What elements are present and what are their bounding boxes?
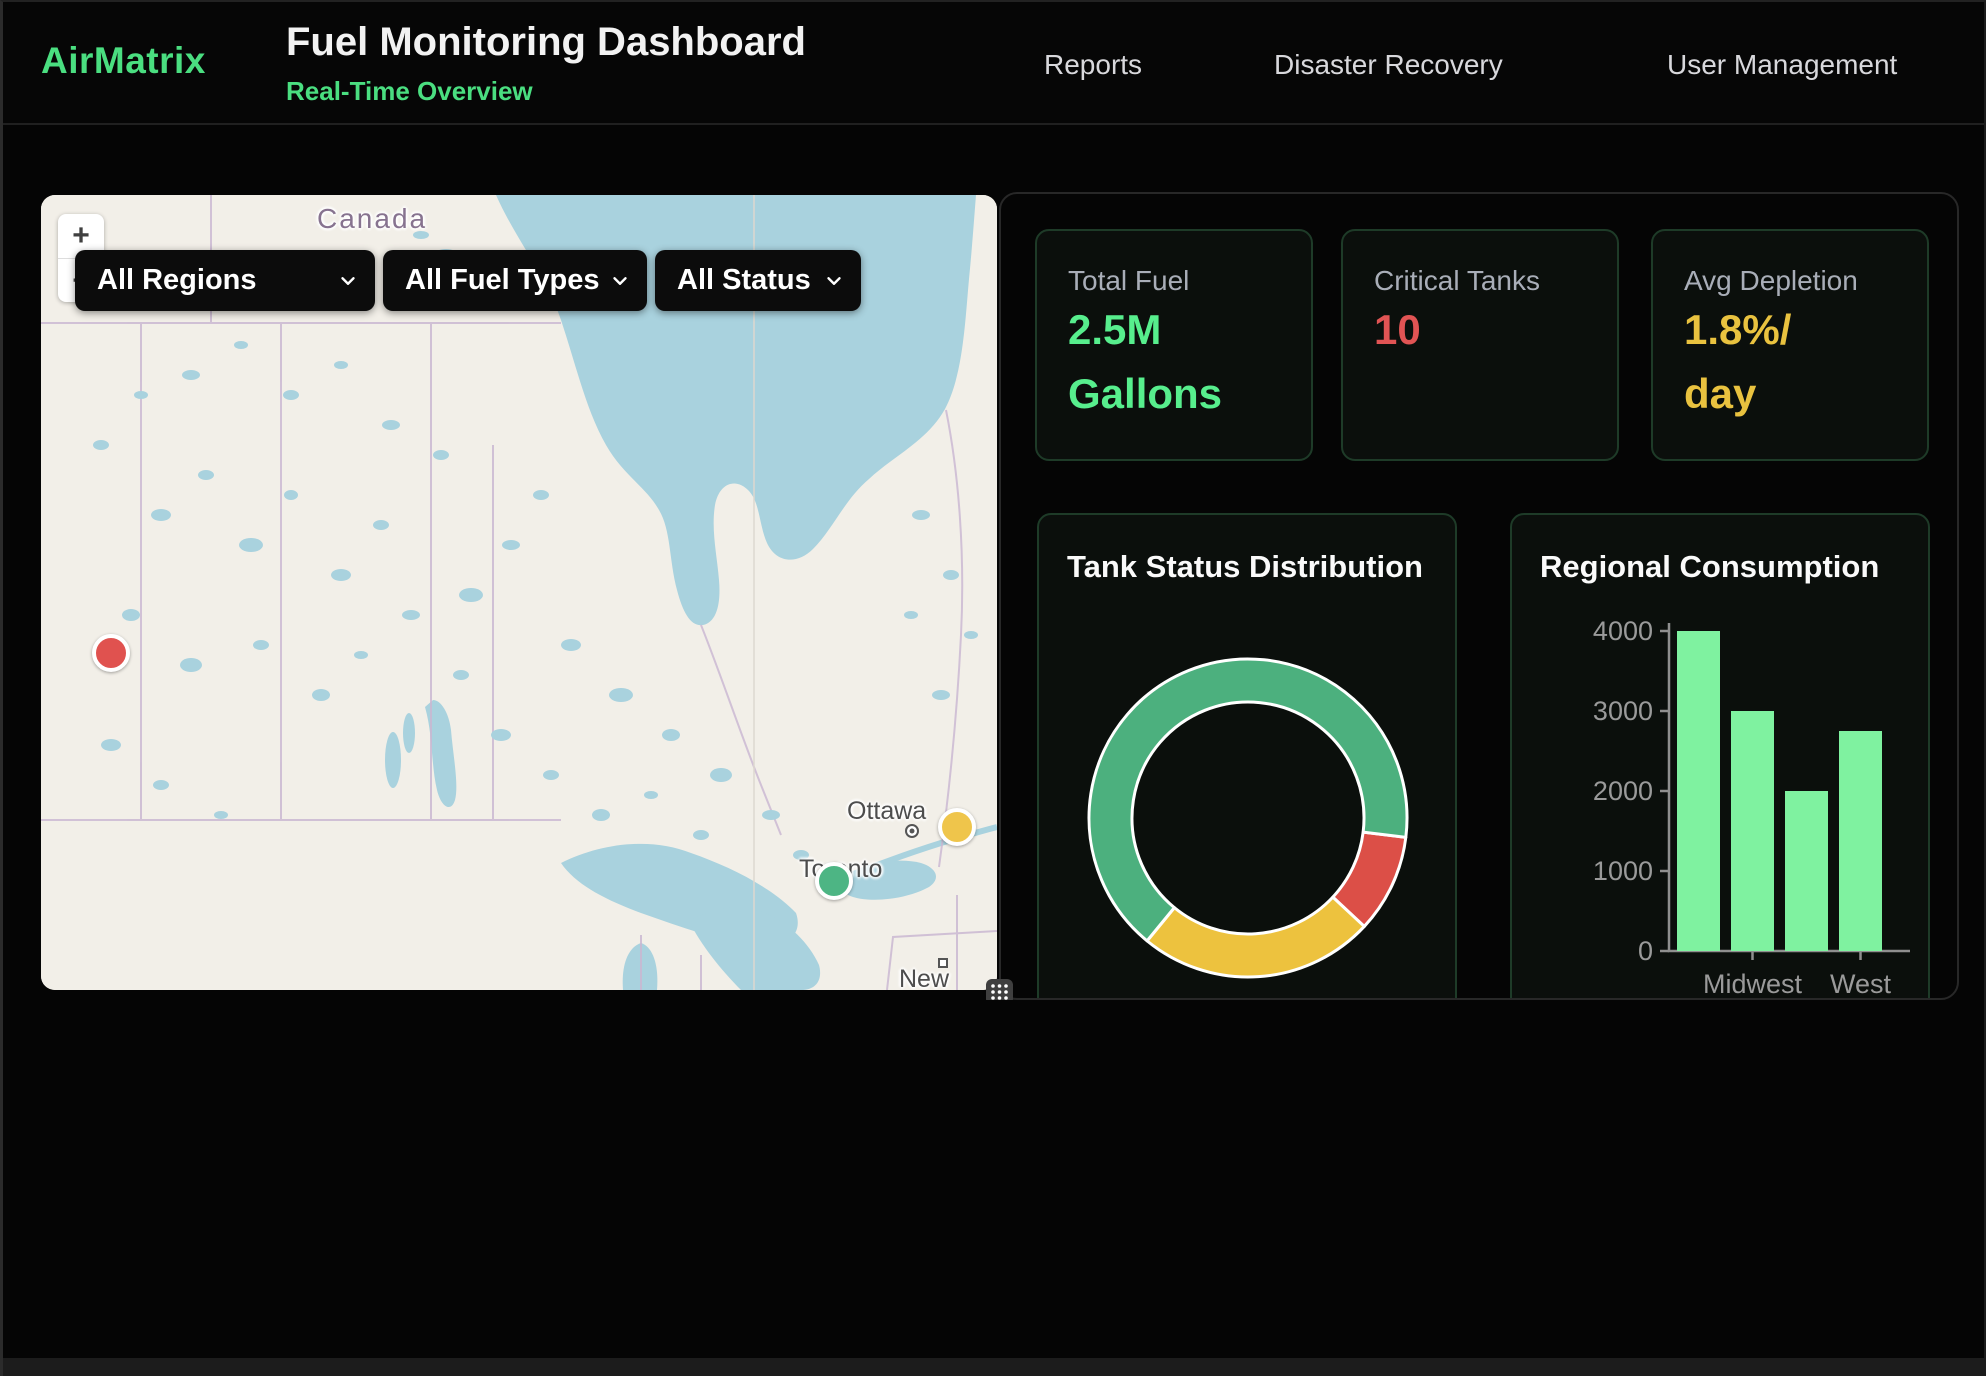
stat-value: 10 [1374,309,1421,351]
map-filters: All Regions All Fuel Types All Status [75,250,861,311]
svg-text:Midwest: Midwest [1703,969,1803,999]
recent-alerts-section: Recent Alerts Tank 2: Low fuel warning 3… [3,1000,1984,1358]
fuel-monitoring-dashboard: AirMatrix Fuel Monitoring Dashboard Real… [0,0,1986,1376]
stat-card-critical-tanks: Critical Tanks 10 [1341,229,1619,461]
svg-text:4000: 4000 [1593,616,1653,646]
region-filter-dropdown[interactable]: All Regions [75,250,375,311]
tank-marker-warning[interactable] [938,808,976,846]
chevron-down-icon [823,270,845,292]
stat-label: Total Fuel [1068,265,1189,297]
map-label-canada: Canada [317,203,427,235]
svg-text:2000: 2000 [1593,776,1653,806]
nav-disaster-recovery[interactable]: Disaster Recovery [1274,49,1503,81]
nav-user-management[interactable]: User Management [1667,49,1897,81]
window-bottom-edge [3,1358,1984,1376]
map[interactable]: Canada Ottawa Toronto New York + − All R… [41,195,997,990]
stat-label: Avg Depletion [1684,265,1858,297]
regional-consumption-card: Regional Consumption 01000200030004000Mi… [1510,513,1930,1000]
svg-text:3000: 3000 [1593,696,1653,726]
status-filter-value: All Status [677,264,811,297]
fuel-type-filter-value: All Fuel Types [405,264,599,297]
tank-status-donut-chart [1039,515,1459,1000]
page-title: Fuel Monitoring Dashboard [286,20,806,65]
regional-consumption-bar-chart: 0 1000 2000 3000 4000 Midwest West [1512,515,1932,1000]
map-label-new-york: New York [899,965,997,990]
svg-text:West: West [1830,969,1892,999]
page-subtitle: Real-Time Overview [286,76,533,107]
tank-status-card: Tank Status Distribution [1037,513,1457,1000]
map-label-ottawa: Ottawa [847,797,926,826]
stat-card-total-fuel: Total Fuel 2.5M Gallons [1035,229,1313,461]
donut-segment-warning [1147,897,1364,977]
chevron-down-icon [337,270,359,292]
bar [1839,731,1882,951]
tank-marker-normal[interactable] [815,862,853,900]
svg-text:0: 0 [1638,936,1653,966]
header: AirMatrix Fuel Monitoring Dashboard Real… [3,2,1984,125]
stat-card-avg-depletion: Avg Depletion 1.8%/ day [1651,229,1929,461]
stat-value: 1.8%/ [1684,309,1791,351]
stat-value: day [1684,373,1756,415]
stat-value: 2.5M [1068,309,1161,351]
svg-text:1000: 1000 [1593,856,1653,886]
nav-reports[interactable]: Reports [1044,49,1142,81]
overview-panel: Total Fuel 2.5M Gallons Critical Tanks 1… [999,192,1959,1000]
status-filter-dropdown[interactable]: All Status [655,250,861,311]
region-filter-value: All Regions [97,264,257,297]
stat-label: Critical Tanks [1374,265,1540,297]
app-logo: AirMatrix [41,40,206,82]
bar [1785,791,1828,951]
fuel-type-filter-dropdown[interactable]: All Fuel Types [383,250,647,311]
stat-value: Gallons [1068,373,1222,415]
bar [1677,631,1720,951]
tank-marker-critical[interactable] [92,634,130,672]
chevron-down-icon [609,270,631,292]
bar [1731,711,1774,951]
